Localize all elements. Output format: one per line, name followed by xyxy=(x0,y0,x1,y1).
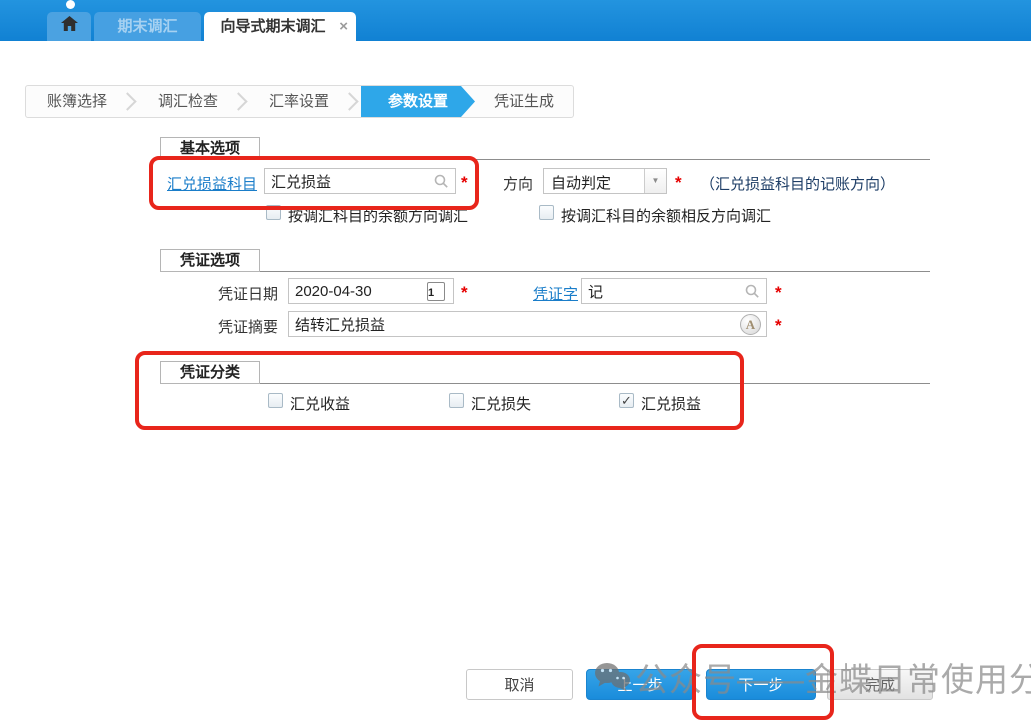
section-divider xyxy=(160,383,930,384)
required-marker: * xyxy=(461,173,468,193)
abbreviation-lookup-letter: A xyxy=(746,317,755,332)
direction-selected-value: 自动判定 xyxy=(551,172,611,193)
required-marker: * xyxy=(775,316,782,336)
voucher-word-input[interactable] xyxy=(582,279,766,303)
calendar-icon-day: 1 xyxy=(428,287,434,299)
exchange-loss-checkbox[interactable] xyxy=(449,393,464,408)
exchange-gain-checkbox[interactable] xyxy=(268,393,283,408)
exchange-gain-loss-account-field xyxy=(264,168,456,194)
exchange-loss-checkbox-label[interactable]: 汇兑损失 xyxy=(471,393,531,414)
step-adjustment-check[interactable]: 调汇检查 xyxy=(137,86,239,117)
tab-wizard-period-end-adjustment[interactable]: 向导式期末调汇 × xyxy=(204,12,356,41)
opposite-direction-checkbox[interactable] xyxy=(539,205,554,220)
exchange-gain-checkbox-label[interactable]: 汇兑收益 xyxy=(290,393,350,414)
section-divider xyxy=(160,271,930,272)
next-step-button[interactable]: 下一步 xyxy=(706,669,816,700)
step-book-selection[interactable]: 账簿选择 xyxy=(26,86,128,117)
voucher-date-field: 1 xyxy=(288,278,454,304)
exchange-gain-loss-checkbox-label[interactable]: 汇兑损益 xyxy=(641,393,701,414)
voucher-word-field xyxy=(581,278,767,304)
top-navigation-bar: 期末调汇 向导式期末调汇 × xyxy=(0,0,1031,41)
step-exchange-rate-settings[interactable]: 汇率设置 xyxy=(248,86,350,117)
abbreviation-lookup-icon[interactable]: A xyxy=(740,314,761,335)
step-parameter-settings-active[interactable]: 参数设置 xyxy=(361,86,475,117)
balance-direction-checkbox[interactable] xyxy=(266,205,281,220)
exchange-gain-loss-account-link[interactable]: 汇兑损益科目 xyxy=(167,173,257,194)
opposite-direction-checkbox-label[interactable]: 按调汇科目的余额相反方向调汇 xyxy=(561,205,771,226)
previous-step-button[interactable]: 上一步 xyxy=(586,669,694,700)
notification-dot xyxy=(66,0,75,9)
check-icon: ✓ xyxy=(620,394,633,407)
balance-direction-checkbox-label[interactable]: 按调汇科目的余额方向调汇 xyxy=(288,205,468,226)
voucher-summary-field: A xyxy=(288,311,767,337)
finish-button[interactable]: 完成 xyxy=(827,669,933,700)
voucher-word-link[interactable]: 凭证字 xyxy=(533,283,578,304)
required-marker: * xyxy=(461,283,468,303)
home-tab[interactable] xyxy=(47,12,91,41)
step-voucher-generation[interactable]: 凭证生成 xyxy=(475,86,573,117)
exchange-gain-loss-checkbox-checked[interactable]: ✓ xyxy=(619,393,634,408)
voucher-category-header: 凭证分类 xyxy=(160,361,260,384)
calendar-icon[interactable]: 1 xyxy=(427,282,445,301)
tab-wizard-label: 向导式期末调汇 xyxy=(220,18,325,35)
required-marker: * xyxy=(675,173,682,193)
search-icon[interactable] xyxy=(433,173,449,189)
close-icon[interactable]: × xyxy=(339,12,348,41)
required-marker: * xyxy=(775,283,782,303)
section-divider xyxy=(160,159,930,160)
chevron-down-icon[interactable]: ▼ xyxy=(644,169,666,193)
search-icon[interactable] xyxy=(744,283,760,299)
voucher-summary-input[interactable] xyxy=(289,312,766,336)
cancel-button[interactable]: 取消 xyxy=(466,669,573,700)
direction-note: （汇兑损益科目的记账方向） xyxy=(700,173,895,194)
home-icon xyxy=(61,12,78,41)
voucher-date-label: 凭证日期 xyxy=(160,283,278,304)
exchange-gain-loss-account-input[interactable] xyxy=(265,169,455,193)
direction-label: 方向 xyxy=(503,173,533,194)
basic-options-header: 基本选项 xyxy=(160,137,260,160)
wizard-steps: 账簿选择 调汇检查 汇率设置 参数设置 凭证生成 xyxy=(25,85,574,118)
voucher-options-header: 凭证选项 xyxy=(160,249,260,272)
tab-period-end-adjustment[interactable]: 期末调汇 xyxy=(94,12,201,41)
direction-select[interactable]: 自动判定 ▼ xyxy=(543,168,667,194)
voucher-summary-label: 凭证摘要 xyxy=(160,316,278,337)
